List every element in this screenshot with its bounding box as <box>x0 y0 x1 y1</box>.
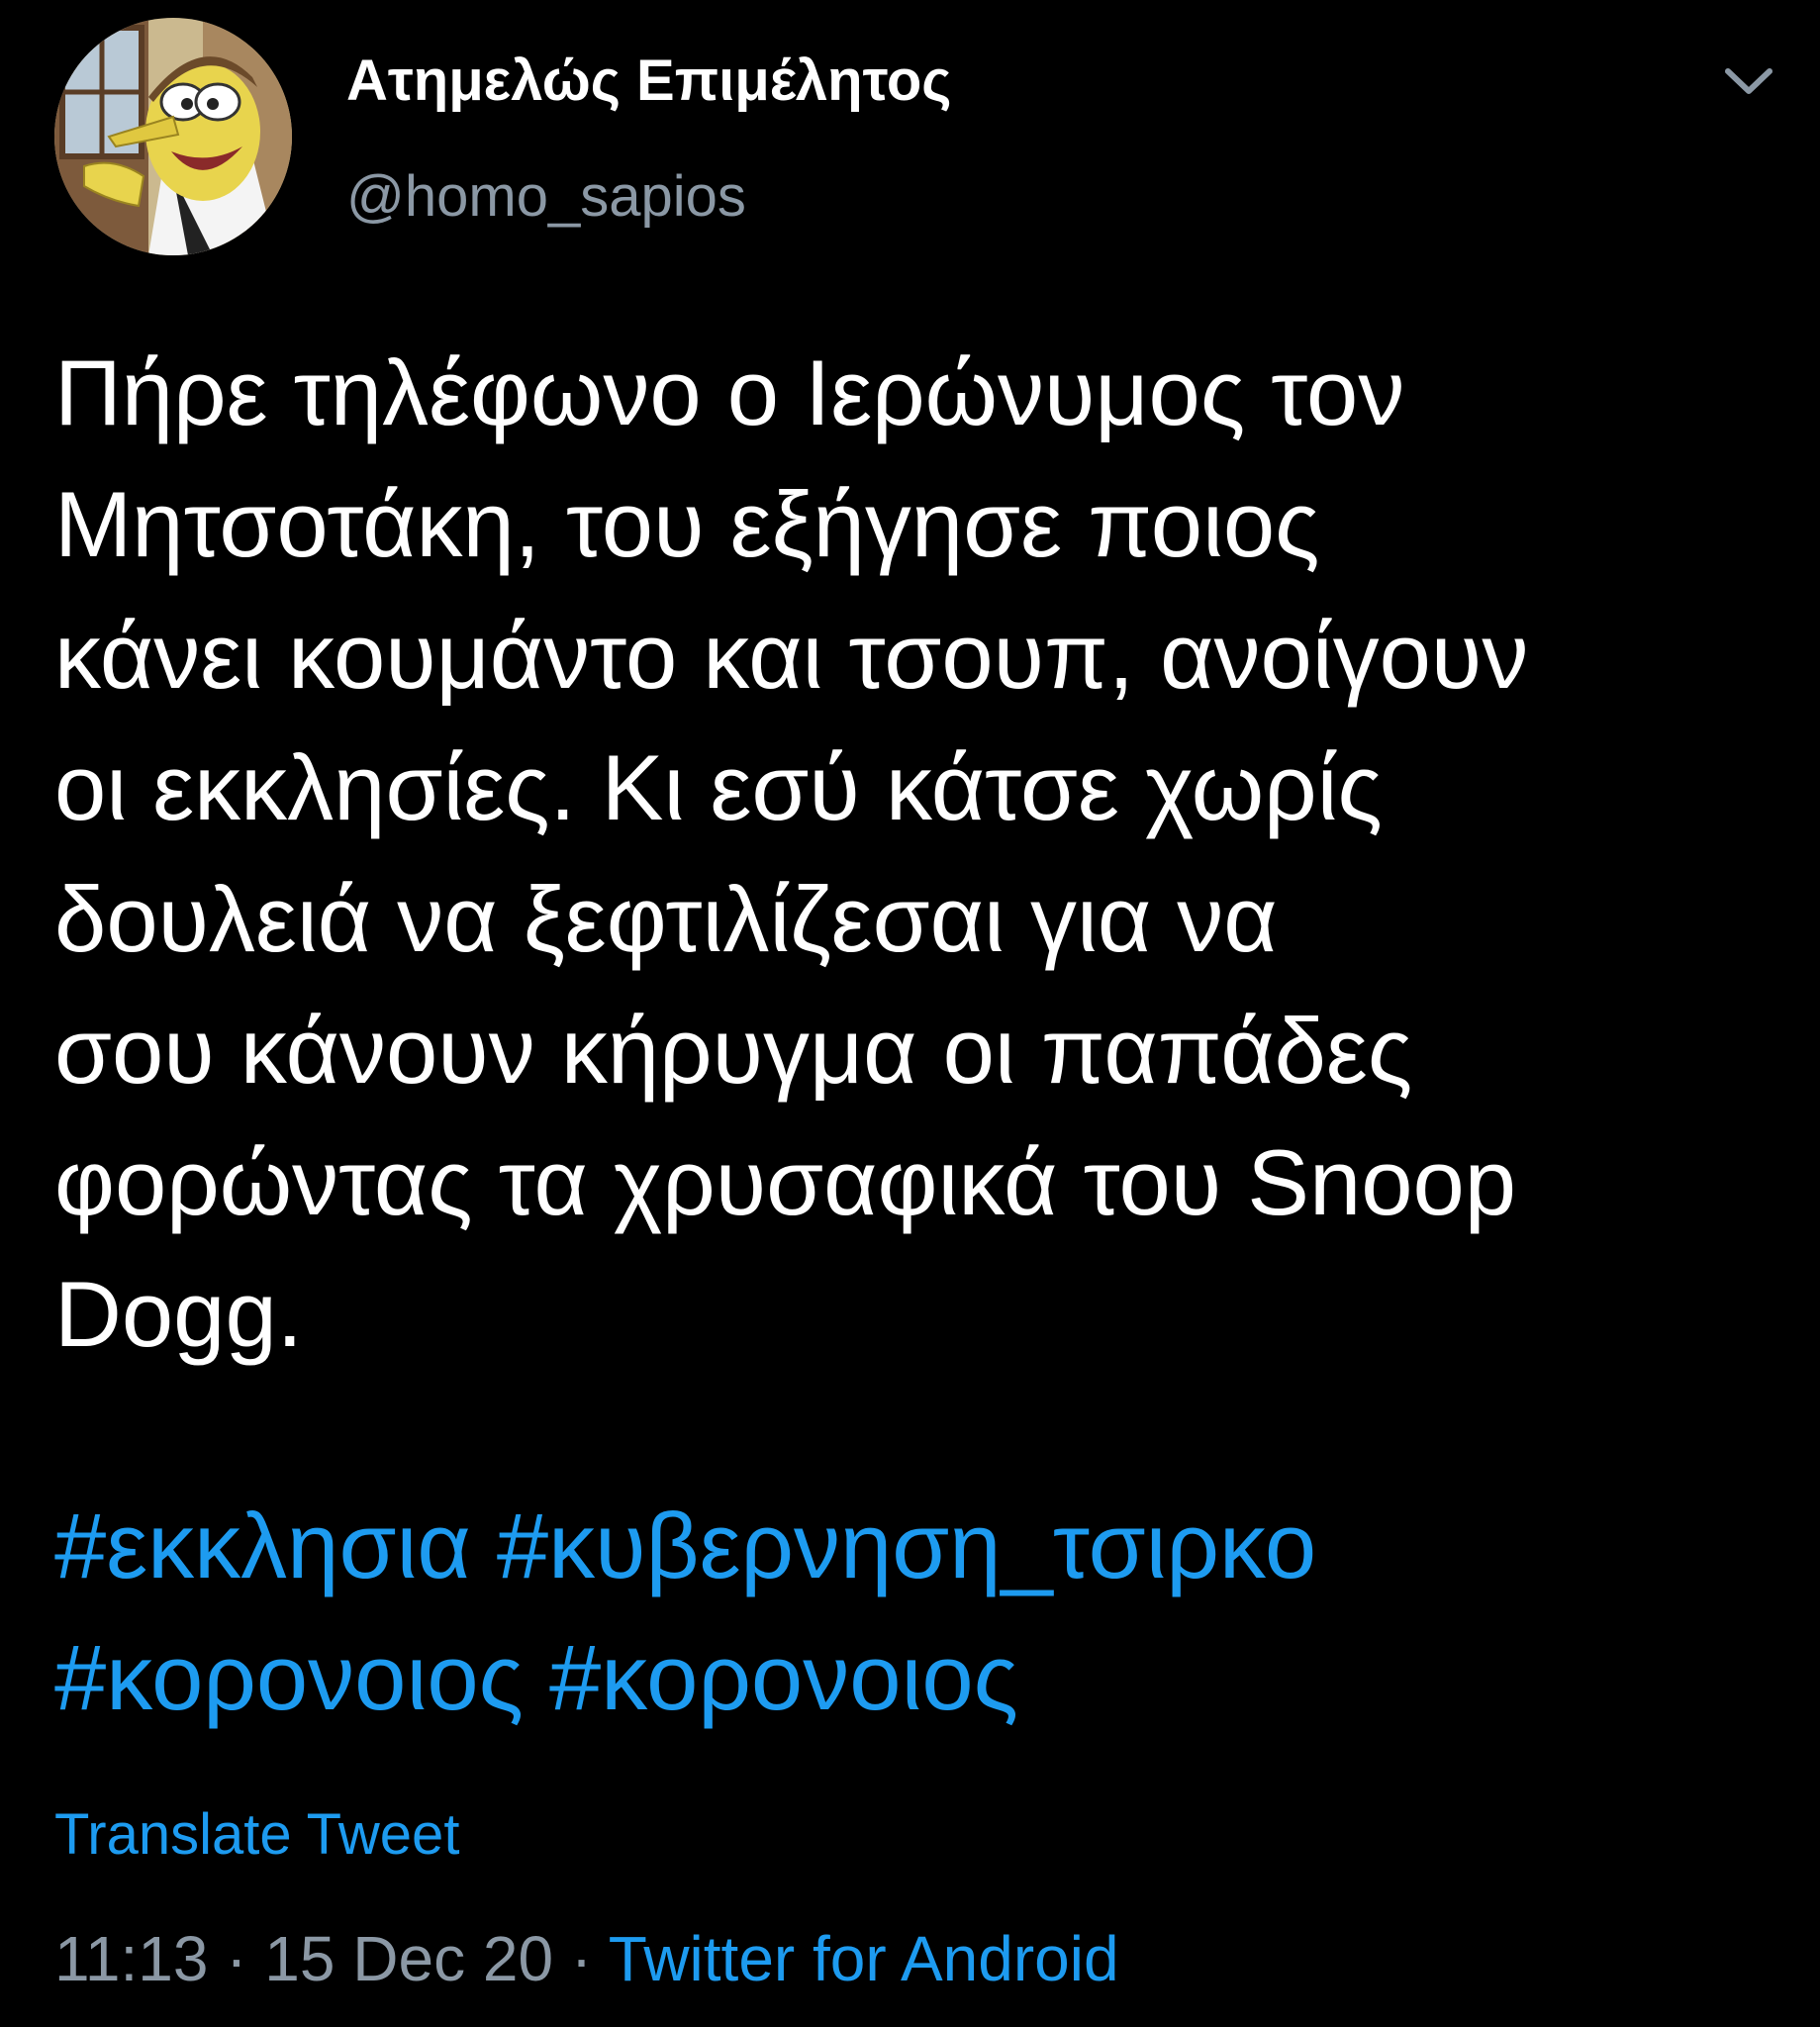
meta-separator: · <box>226 1923 247 1994</box>
tweet-menu-button[interactable] <box>1714 57 1783 107</box>
tweet-text-line: Πήρε τηλέφωνο ο Ιερώνυμος τον <box>54 340 1405 444</box>
chevron-down-icon <box>1725 68 1772 94</box>
tweet-time: 11:13 <box>54 1923 209 1994</box>
tweet-source-link[interactable]: Twitter for Android <box>609 1923 1119 1994</box>
tweet-text-line: οι εκκλησίες. Κι εσύ κάτσε χωρίς <box>54 735 1383 839</box>
hashtag-link[interactable]: #κορονοιος <box>549 1625 1018 1729</box>
tweet-text-line: φορώντας τα χρυσαφικά του Snoop <box>54 1130 1517 1234</box>
translate-tweet-link[interactable]: Translate Tweet <box>54 1801 459 1868</box>
meta-separator: · <box>570 1923 593 1994</box>
tweet-text-line: Dogg. <box>54 1262 303 1366</box>
tweet-text: Πήρε τηλέφωνο ο Ιερώνυμος τον Μητσοτάκη,… <box>54 327 1796 1380</box>
tweet-text-line: δουλειά να ξεφτιλίζεσαι για να <box>54 867 1278 971</box>
tweet-meta: 11:13 · 15 Dec 20 · Twitter for Android <box>54 1922 1119 1995</box>
tweet-text-line: κάνει κουμάντο και τσουπ, ανοίγουν <box>54 604 1529 708</box>
tweet-text-line: σου κάνουν κήρυγμα οι παπάδες <box>54 999 1413 1103</box>
hashtag-link[interactable]: #κυβερνηση_τσιρκο <box>497 1494 1316 1597</box>
tweet-date: 15 Dec 20 <box>264 1923 554 1994</box>
cartoon-scientist-avatar-icon <box>54 18 292 255</box>
avatar[interactable] <box>54 18 292 255</box>
hashtag-link[interactable]: #κορονοιος <box>54 1625 524 1729</box>
display-name[interactable]: Ατημελώς Επιμέλητος <box>346 48 951 114</box>
user-handle[interactable]: @homo_sapios <box>346 163 746 230</box>
tweet-text-line: Μητσοτάκη, του εξήγησε ποιος <box>54 472 1320 576</box>
hashtag-link[interactable]: #εκκλησια <box>54 1494 471 1597</box>
hashtag-list: #εκκλησια #κυβερνηση_τσιρκο #κορονοιος #… <box>54 1480 1796 1743</box>
